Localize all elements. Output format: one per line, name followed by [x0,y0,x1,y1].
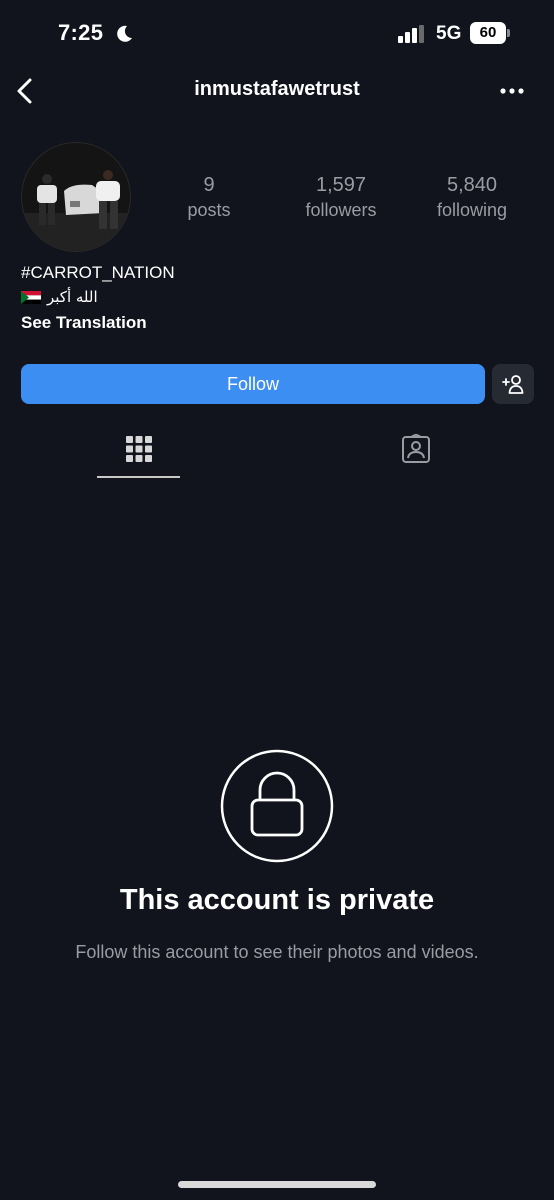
grid-icon [126,436,152,462]
signal-icon [398,25,424,43]
follow-button[interactable]: Follow [21,364,485,404]
bio-line: الله أكبر [21,284,521,310]
stat-followers[interactable]: 1,597 followers [286,172,396,222]
battery-tip [507,29,510,37]
profile-header: inmustafawetrust [0,68,554,114]
home-indicator[interactable] [178,1181,376,1188]
avatar-photo [22,143,130,251]
private-account-subtitle: Follow this account to see their photos … [75,942,479,962]
status-time: 7:25 [58,20,104,45]
status-bar: 7:25 5G 60 [0,0,554,68]
tab-tagged[interactable] [374,428,457,478]
tab-posts-grid[interactable] [97,428,180,478]
stat-following[interactable]: 5,840 following [417,172,527,222]
see-translation-link[interactable]: See Translation [21,310,521,336]
tagged-person-icon [402,434,430,463]
suggested-accounts-button[interactable] [492,364,534,404]
lock-icon [220,749,334,863]
followers-count: 1,597 [315,174,367,196]
bio-name: #CARROT_NATION [21,263,175,282]
posts-count: 9 [203,174,215,196]
battery-level: 60 [470,22,506,44]
following-label: following [436,200,508,220]
avatar[interactable] [21,142,131,252]
moon-icon [117,25,132,42]
more-horizontal-icon[interactable] [498,80,526,102]
bio: #CARROT_NATION الله أكبر See Translation [21,262,521,336]
private-account-title: This account is private [119,884,435,916]
add-person-icon [502,375,524,394]
page-title: inmustafawetrust [194,78,360,100]
bio-text: الله أكبر [47,288,98,306]
network-label: 5G [436,23,462,44]
posts-label: posts [187,200,231,220]
stat-posts[interactable]: 9 posts [154,172,264,222]
battery-icon: 60 [470,22,510,44]
followers-label: followers [305,200,377,220]
following-count: 5,840 [446,174,498,196]
sudan-flag-icon [21,290,41,304]
